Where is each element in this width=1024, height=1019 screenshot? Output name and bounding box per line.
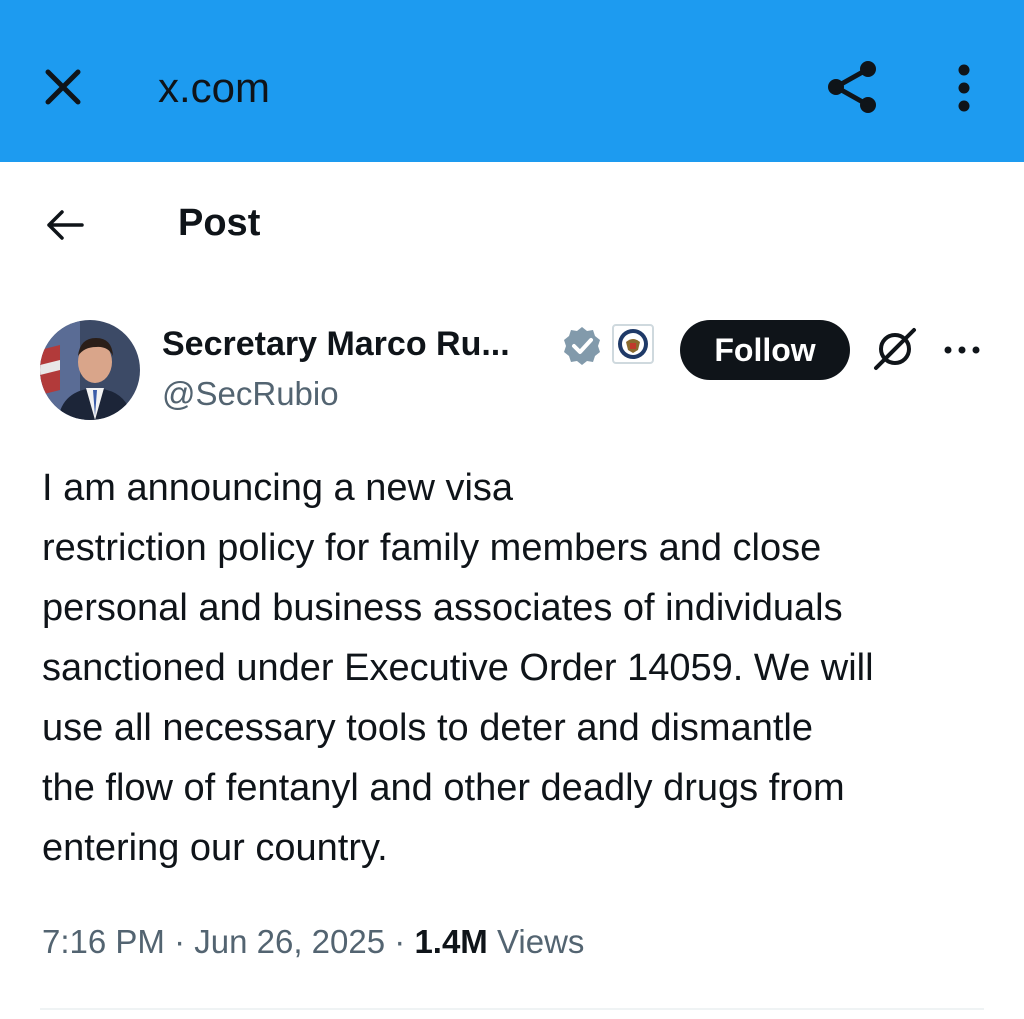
post-time[interactable]: 7:16 PM [42, 923, 165, 960]
page-title: Post [178, 202, 261, 244]
post-text-line: use all necessary tools to deter and dis… [42, 707, 813, 749]
post-text-line: restriction policy for family members an… [42, 527, 822, 569]
browser-toolbar: x.com [0, 0, 1024, 162]
share-icon[interactable] [824, 58, 882, 116]
post-text-line: personal and business associates of indi… [42, 587, 843, 629]
post-date[interactable]: Jun 26, 2025 [194, 923, 385, 960]
views-label: Views [496, 923, 585, 960]
author-handle[interactable]: @SecRubio [162, 372, 339, 416]
avatar[interactable] [40, 320, 140, 420]
post-text-line: I am announcing a new visa [42, 467, 514, 509]
author-name[interactable]: Secretary Marco Ru... [162, 322, 510, 366]
separator-dot: · [174, 923, 195, 960]
grok-icon[interactable] [870, 324, 920, 374]
avatar-image [40, 320, 140, 420]
follow-button[interactable]: Follow [680, 320, 850, 380]
divider [40, 1008, 984, 1010]
page-header: Post [0, 163, 1024, 283]
post-text-line: sanctioned under Executive Order 14059. … [42, 647, 874, 689]
more-options-icon[interactable] [940, 330, 984, 370]
post-text: I am announcing a new visa restriction p… [42, 458, 992, 878]
state-department-seal-icon[interactable] [612, 324, 654, 364]
verified-badge-icon[interactable] [560, 324, 604, 368]
url-domain[interactable]: x.com [158, 60, 270, 116]
kebab-menu-icon[interactable] [950, 62, 978, 114]
post-text-line: entering our country. [42, 827, 388, 869]
close-icon[interactable] [40, 64, 86, 110]
post-text-line: the flow of fentanyl and other deadly dr… [42, 767, 845, 809]
views-count: 1.4M [414, 923, 488, 960]
post-metadata: 7:16 PM · Jun 26, 2025 · 1.4M Views [42, 918, 584, 966]
separator-dot: · [394, 923, 415, 960]
arrow-left-icon[interactable] [44, 207, 86, 243]
